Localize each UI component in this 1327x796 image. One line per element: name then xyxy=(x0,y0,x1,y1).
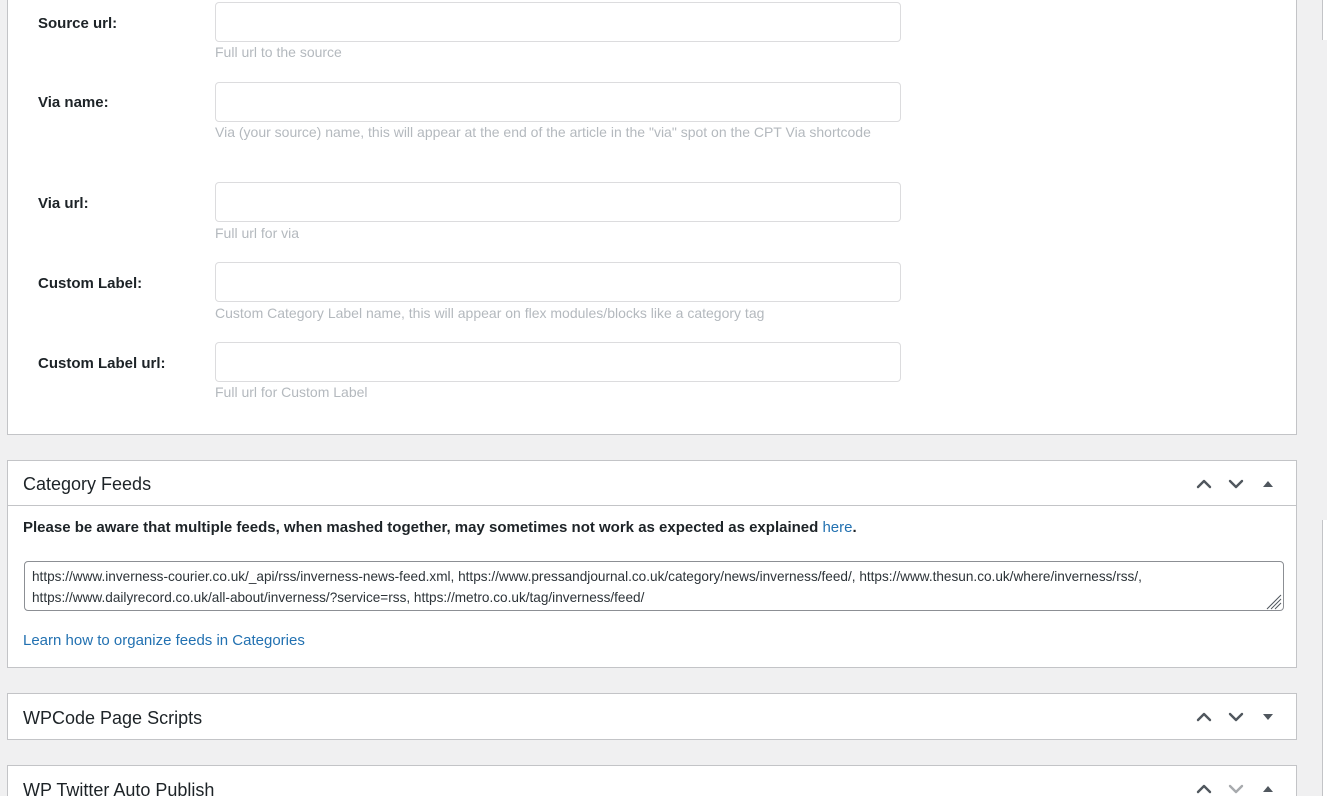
move-down-button[interactable] xyxy=(1220,471,1252,497)
chevron-up-icon xyxy=(1196,784,1212,794)
triangle-up-icon xyxy=(1263,481,1273,487)
chevron-up-icon xyxy=(1196,479,1212,489)
custom-label-description: Custom Category Label name, this will ap… xyxy=(215,305,765,321)
category-feeds-actions xyxy=(1188,471,1284,497)
wpcode-title: WPCode Page Scripts xyxy=(23,708,203,728)
twitter-actions xyxy=(1188,776,1284,796)
chevron-down-icon xyxy=(1228,784,1244,794)
move-up-button[interactable] xyxy=(1188,471,1220,497)
custom-label-url-description: Full url for Custom Label xyxy=(215,384,368,400)
custom-label-input[interactable] xyxy=(215,262,901,302)
category-feeds-notice: Please be aware that multiple feeds, whe… xyxy=(23,519,857,536)
notice-text: Please be aware that multiple feeds, whe… xyxy=(23,519,823,536)
sidebar-edge xyxy=(1322,520,1327,796)
toggle-panel-button[interactable] xyxy=(1252,471,1284,497)
chevron-down-icon xyxy=(1228,479,1244,489)
move-up-button[interactable] xyxy=(1188,704,1220,730)
move-up-button[interactable] xyxy=(1188,776,1220,796)
sidebar-edge xyxy=(1322,0,1327,40)
move-down-button[interactable] xyxy=(1220,776,1252,796)
notice-end: . xyxy=(852,519,857,536)
custom-label-url-input[interactable] xyxy=(215,342,901,382)
via-name-label: Via name: xyxy=(38,94,109,111)
custom-label-label: Custom Label: xyxy=(38,275,143,292)
notice-here-link[interactable]: here xyxy=(822,519,852,536)
via-name-description: Via (your source) name, this will appear… xyxy=(215,124,871,140)
via-url-input[interactable] xyxy=(215,182,901,222)
toggle-panel-button[interactable] xyxy=(1252,776,1284,796)
via-url-description: Full url for via xyxy=(215,225,300,241)
source-fields-box: Source url: Full url to the source Via n… xyxy=(7,0,1297,435)
category-feeds-textarea[interactable] xyxy=(24,561,1284,611)
twitter-title: WP Twitter Auto Publish xyxy=(23,780,215,796)
triangle-down-icon xyxy=(1263,714,1273,720)
wpcode-page-scripts-box: WPCode Page Scripts xyxy=(7,693,1297,740)
move-down-button[interactable] xyxy=(1220,704,1252,730)
wp-twitter-auto-publish-box: WP Twitter Auto Publish xyxy=(7,765,1297,796)
wpcode-header: WPCode Page Scripts xyxy=(8,694,1296,741)
source-url-label: Source url: xyxy=(38,15,118,32)
via-name-input[interactable] xyxy=(215,82,901,122)
chevron-down-icon xyxy=(1228,712,1244,722)
source-url-input[interactable] xyxy=(215,2,901,42)
via-url-label: Via url: xyxy=(38,195,89,212)
twitter-header: WP Twitter Auto Publish xyxy=(8,766,1296,796)
page: Source url: Full url to the source Via n… xyxy=(0,0,1327,796)
source-url-description: Full url to the source xyxy=(215,44,342,60)
category-feeds-title: Category Feeds xyxy=(23,474,152,494)
category-feeds-box: Category Feeds Please be aware that mult… xyxy=(7,460,1297,668)
triangle-up-icon xyxy=(1263,786,1273,792)
chevron-up-icon xyxy=(1196,712,1212,722)
custom-label-url-label: Custom Label url: xyxy=(38,355,166,372)
wpcode-actions xyxy=(1188,704,1284,730)
category-feeds-header: Category Feeds xyxy=(8,461,1296,506)
resize-handle-icon[interactable] xyxy=(1264,592,1282,610)
toggle-panel-button[interactable] xyxy=(1252,704,1284,730)
learn-categories-link[interactable]: Learn how to organize feeds in Categorie… xyxy=(23,632,305,649)
